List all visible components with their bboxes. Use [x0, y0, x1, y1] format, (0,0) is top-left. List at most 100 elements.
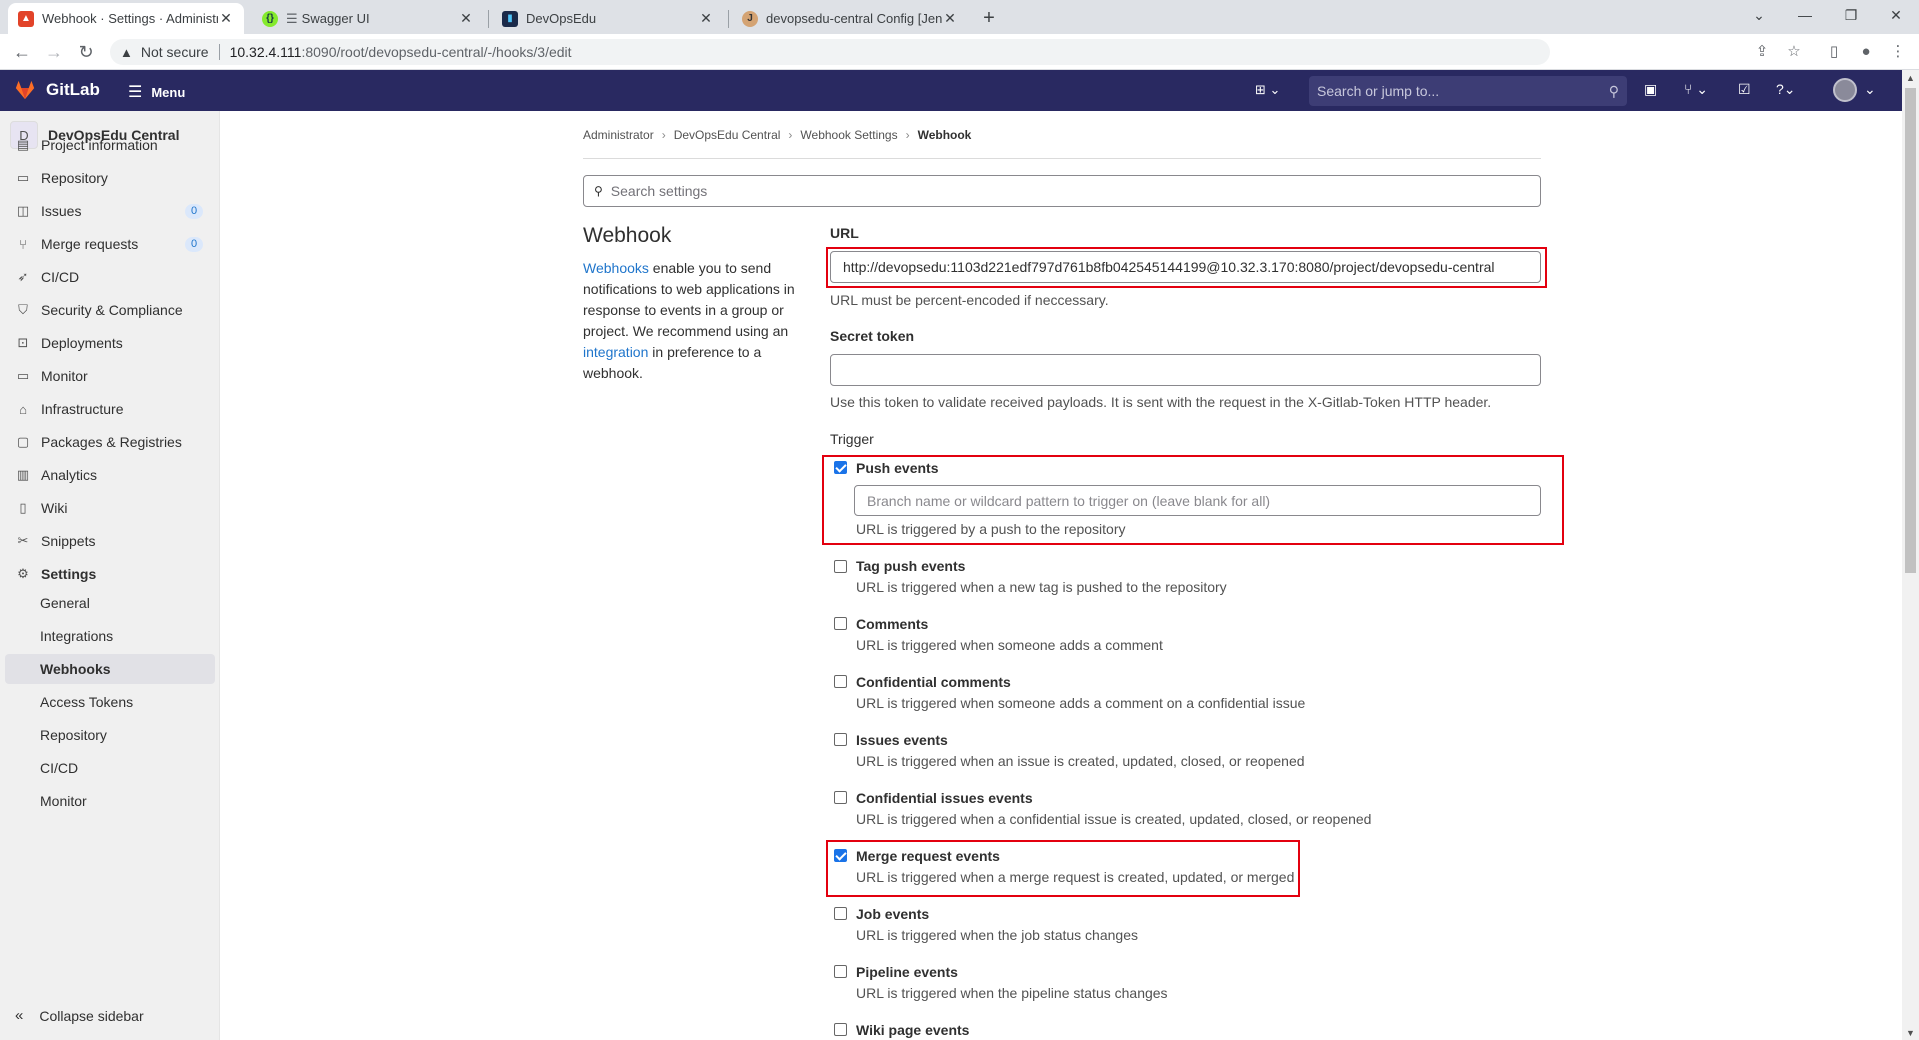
tab-search-chevron-icon[interactable]: ⌄ [1736, 0, 1782, 34]
gitlab-favicon-icon: ▲ [18, 10, 34, 27]
package-icon: ▢ [16, 434, 30, 449]
chevron-down-icon[interactable]: ⌄ [1864, 81, 1876, 98]
forward-arrow-icon[interactable]: → [42, 40, 66, 64]
scrollbar-thumb[interactable] [1905, 88, 1916, 573]
tab-title: Webhook · Settings · Administrat [42, 11, 218, 26]
browser-tab-swagger[interactable]: {} ☰ Swagger UI ✕ [252, 3, 484, 34]
new-tab-plus-icon[interactable]: + [976, 6, 1002, 32]
side-panel-icon[interactable]: ▯ [1822, 40, 1846, 64]
job-events-label: Job events [856, 906, 930, 922]
restore-icon[interactable]: ❐ [1828, 0, 1874, 34]
plus-square-icon: ⊞ [1255, 82, 1266, 97]
sidebar-item-analytics[interactable]: ▥ Analytics [5, 460, 215, 490]
comments-checkbox[interactable] [834, 617, 847, 630]
secret-token-input[interactable] [830, 354, 1541, 386]
browser-tab-webhook[interactable]: ▲ Webhook · Settings · Administrat ✕ [8, 3, 244, 34]
page-title: Webhook [583, 224, 672, 247]
browser-tab-devopsedu[interactable]: ▮ DevOpsEdu ✕ [492, 3, 724, 34]
help-icon[interactable]: ?⌄ [1776, 81, 1796, 98]
job-events-checkbox[interactable] [834, 907, 847, 920]
browser-tab-jenkins[interactable]: J devopsedu-central Config [Jenki ✕ [732, 3, 968, 34]
push-events-description: URL is triggered by a push to the reposi… [856, 521, 1126, 537]
scroll-down-arrow-icon[interactable]: ▼ [1906, 1028, 1915, 1038]
search-icon: ⚲ [594, 184, 603, 198]
sidebar-item-security-compliance[interactable]: ⛉ Security & Compliance [5, 295, 215, 325]
integration-link[interactable]: integration [583, 344, 648, 360]
sidebar-item-repository[interactable]: ▭ Repository [5, 163, 215, 193]
sidebar-sub-integrations[interactable]: Integrations [5, 621, 215, 651]
page-scrollbar[interactable]: ▲ ▼ [1902, 70, 1919, 1040]
tag-push-events-checkbox[interactable] [834, 560, 847, 573]
confidential-comments-checkbox[interactable] [834, 675, 847, 688]
chevron-down-icon: ⌄ [1269, 82, 1281, 97]
back-arrow-icon[interactable]: ← [10, 40, 34, 64]
address-bar[interactable]: ▲ Not secure 10.32.4.111:8090/root/devop… [110, 39, 1550, 65]
todo-check-icon[interactable]: ☑ [1738, 81, 1751, 98]
sidebar-item-merge-requests[interactable]: ⑂ Merge requests 0 [5, 229, 215, 259]
share-icon[interactable]: ⇪ [1750, 40, 1774, 64]
sidebar-sub-cicd[interactable]: CI/CD [5, 753, 215, 783]
sidebar-sub-repository[interactable]: Repository [5, 720, 215, 750]
browser-menu-icon[interactable]: ⋮ [1886, 40, 1910, 64]
trigger-label: Trigger [830, 431, 874, 447]
chart-icon: ▥ [16, 467, 30, 482]
sidebar-item-label: Snippets [41, 533, 96, 549]
profile-icon[interactable]: ● [1854, 40, 1878, 64]
security-label: Not secure [140, 44, 209, 60]
double-chevron-left-icon: « [15, 1007, 24, 1024]
sidebar-item-monitor[interactable]: ▭ Monitor [5, 361, 215, 391]
sidebar-item-label: Packages & Registries [41, 434, 182, 450]
sidebar-item-label: Wiki [41, 500, 68, 516]
webhooks-docs-link[interactable]: Webhooks [583, 260, 649, 276]
close-tab-icon[interactable]: ✕ [698, 10, 714, 27]
breadcrumb-administrator[interactable]: Administrator [583, 128, 654, 142]
sidebar-item-deployments[interactable]: ⊡ Deployments [5, 328, 215, 358]
merge-request-events-checkbox[interactable] [834, 849, 847, 862]
close-tab-icon[interactable]: ✕ [942, 10, 958, 27]
sidebar-item-label: Analytics [41, 467, 98, 483]
sidebar-sub-access-tokens[interactable]: Access Tokens [5, 687, 215, 717]
project-icon: ▤ [16, 137, 30, 152]
sidebar-item-infrastructure[interactable]: ⌂ Infrastructure [5, 394, 215, 424]
sidebar-sub-general[interactable]: General [5, 588, 215, 618]
push-branch-filter-input[interactable]: Branch name or wildcard pattern to trigg… [854, 485, 1541, 516]
reload-icon[interactable]: ↻ [74, 40, 98, 64]
menu-button[interactable]: ☰ Menu [128, 82, 185, 102]
sidebar-sub-label: Repository [40, 727, 107, 743]
pipeline-events-checkbox[interactable] [834, 965, 847, 978]
issues-events-checkbox[interactable] [834, 733, 847, 746]
search-placeholder: Search or jump to... [1317, 83, 1440, 99]
minimize-icon[interactable]: — [1782, 0, 1828, 34]
sidebar-item-snippets[interactable]: ✂ Snippets [5, 526, 215, 556]
sidebar-sub-webhooks[interactable]: Webhooks [5, 654, 215, 684]
collapse-sidebar-button[interactable]: « Collapse sidebar [15, 1007, 144, 1024]
confidential-issues-events-checkbox[interactable] [834, 791, 847, 804]
push-events-checkbox[interactable] [834, 461, 847, 474]
shield-icon: ⛉ [18, 302, 28, 317]
issues-nav-icon[interactable]: ▣ [1644, 81, 1657, 98]
breadcrumb-project[interactable]: DevOpsEdu Central [674, 128, 781, 142]
sidebar-item-settings[interactable]: ⚙ Settings [5, 559, 215, 589]
sidebar-item-packages[interactable]: ▢ Packages & Registries [5, 427, 215, 457]
gitlab-logo[interactable]: GitLab [14, 79, 100, 101]
wiki-page-events-checkbox[interactable] [834, 1023, 847, 1036]
sidebar-sub-monitor[interactable]: Monitor [5, 786, 215, 816]
bookmark-star-icon[interactable]: ☆ [1782, 40, 1806, 64]
sidebar-item-project-information[interactable]: ▤ Project information [5, 130, 215, 160]
search-settings-placeholder: Search settings [610, 183, 708, 199]
new-dropdown-button[interactable]: ⊞ ⌄ [1255, 82, 1280, 98]
sidebar-item-wiki[interactable]: ▯ Wiki [5, 493, 215, 523]
window-close-icon[interactable]: ✕ [1873, 0, 1919, 34]
breadcrumb-webhook-settings[interactable]: Webhook Settings [800, 128, 897, 142]
search-settings-input[interactable]: ⚲ Search settings [583, 175, 1541, 207]
close-tab-icon[interactable]: ✕ [218, 10, 234, 27]
global-search-input[interactable]: Search or jump to... ⚲ [1309, 76, 1627, 106]
merge-requests-nav-icon[interactable]: ⑂ ⌄ [1684, 81, 1708, 98]
sidebar-item-issues[interactable]: ◫ Issues 0 [5, 196, 215, 226]
scroll-up-arrow-icon[interactable]: ▲ [1906, 73, 1915, 83]
sidebar-item-cicd[interactable]: ➶ CI/CD [5, 262, 215, 292]
pipeline-events-label: Pipeline events [856, 964, 958, 980]
user-avatar[interactable] [1833, 78, 1857, 102]
close-tab-icon[interactable]: ✕ [458, 10, 474, 27]
sidebar-sub-label: Integrations [40, 628, 114, 644]
